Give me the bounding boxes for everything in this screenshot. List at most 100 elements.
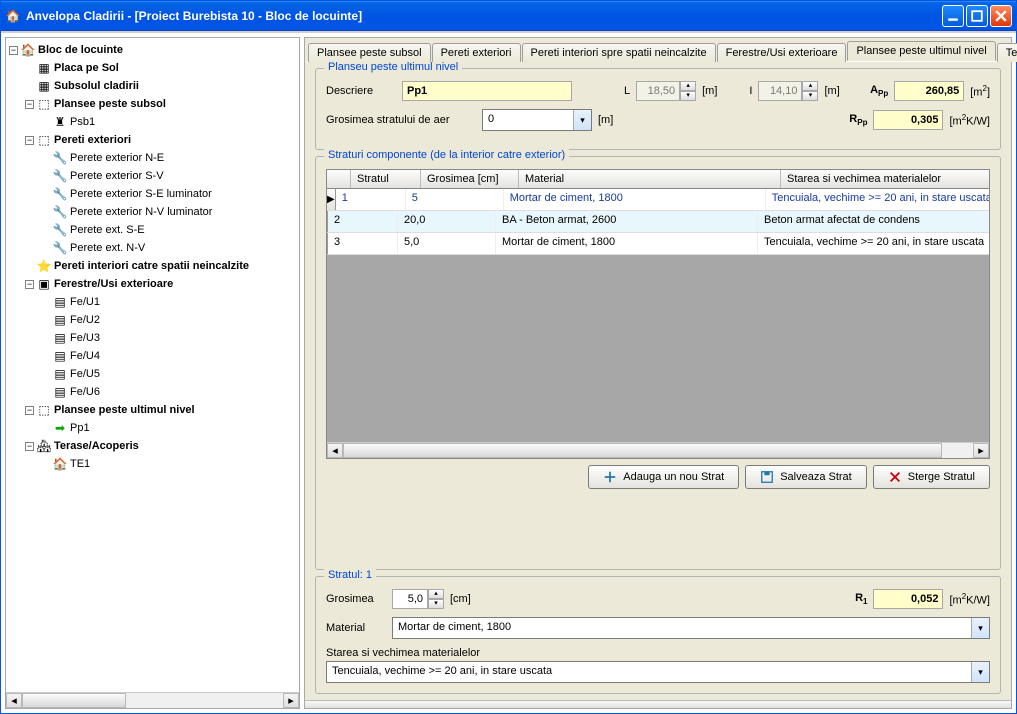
scroll-left-icon[interactable]: ◂ xyxy=(327,443,343,458)
spin-up[interactable]: ▴ xyxy=(428,589,444,599)
tree-toggle[interactable]: − xyxy=(25,280,34,289)
spin-down[interactable]: ▾ xyxy=(680,91,696,101)
tree-item[interactable]: Perete exterior S-E luminator xyxy=(70,185,212,203)
tab-plansee-ultim[interactable]: Plansee peste ultimul nivel xyxy=(847,41,995,61)
wall-item-icon: 🔧 xyxy=(53,205,67,219)
label-descriere: Descriere xyxy=(326,85,396,97)
tree-toggle[interactable]: − xyxy=(9,46,18,55)
tree-item[interactable]: Perete exterior N-V luminator xyxy=(70,203,212,221)
cell-grosimea[interactable]: 20,0 xyxy=(398,211,496,232)
tree-item[interactable]: Fe/U4 xyxy=(70,347,100,365)
titlebar: 🏠 Anvelopa Cladirii - [Proiect Burebista… xyxy=(1,1,1016,31)
tree-item[interactable]: Perete ext. N-V xyxy=(70,239,145,257)
group-planseu: Planseu peste ultimul nivel Descriere L … xyxy=(315,68,1001,150)
star-icon: ⭐ xyxy=(37,259,51,273)
scroll-right-icon[interactable]: ▸ xyxy=(283,693,299,708)
combo-grosime-aer[interactable]: 0▾ xyxy=(482,109,592,131)
cell-material[interactable]: BA - Beton armat, 2600 xyxy=(496,211,758,232)
tree-root[interactable]: Bloc de locuinte xyxy=(38,41,123,59)
tree-item[interactable]: Fe/U5 xyxy=(70,365,100,383)
titlebar-text: Anvelopa Cladirii - [Proiect Burebista 1… xyxy=(26,9,942,23)
tree-item-pereti-ext[interactable]: Pereti exteriori xyxy=(54,131,131,149)
wall-item-icon: 🔧 xyxy=(53,187,67,201)
output-A xyxy=(894,81,964,101)
tree-item-plansee-subsol[interactable]: Plansee peste subsol xyxy=(54,95,166,113)
delete-layer-button[interactable]: Sterge Stratul xyxy=(873,465,990,489)
scroll-right-icon[interactable]: ▸ xyxy=(973,443,989,458)
tree-item[interactable]: Psb1 xyxy=(70,113,95,131)
tree-item-pereti-int[interactable]: Pereti interiori catre spatii neincalzit… xyxy=(54,257,249,275)
tree-item[interactable]: Fe/U6 xyxy=(70,383,100,401)
input-I[interactable] xyxy=(758,81,802,101)
tree-item-ferestre[interactable]: Ferestre/Usi exterioare xyxy=(54,275,173,293)
group-title: Planseu peste ultimul nivel xyxy=(324,62,462,73)
scroll-left-icon[interactable]: ◂ xyxy=(6,693,22,708)
cell-grosimea[interactable]: 5 xyxy=(406,189,504,210)
tab-pereti-exteriori[interactable]: Pereti exteriori xyxy=(432,43,521,62)
tree-item-placa[interactable]: Placa pe Sol xyxy=(54,59,119,77)
col-header[interactable]: Material xyxy=(519,170,781,188)
window-item-icon: ▤ xyxy=(53,349,67,363)
tab-terase[interactable]: Terase/Ac xyxy=(997,43,1017,62)
cell-stratul[interactable]: 3 xyxy=(328,233,398,254)
col-header[interactable]: Starea si vechimea materialelor xyxy=(781,170,1011,188)
col-header[interactable]: Grosimea [cm] xyxy=(421,170,519,188)
combo-starea[interactable]: Tencuiala, vechime >= 20 ani, in stare u… xyxy=(326,661,990,683)
unit-m2: [m2] xyxy=(970,84,990,99)
maximize-button[interactable] xyxy=(966,5,988,27)
window-item-icon: ▤ xyxy=(53,313,67,327)
window-icon: ▣ xyxy=(37,277,51,291)
grid-hscroll[interactable]: ◂ ▸ xyxy=(327,442,989,458)
label-grosime-aer: Grosimea stratului de aer xyxy=(326,114,476,126)
tree-toggle[interactable]: − xyxy=(25,406,34,415)
wall-icon: ⬚ xyxy=(37,133,51,147)
tree-hscroll[interactable]: ◂ ▸ xyxy=(6,692,299,708)
tabstrip: Plansee peste subsol Pereti exteriori Pe… xyxy=(305,38,1011,62)
tree-item[interactable]: Pp1 xyxy=(70,419,90,437)
cell-material[interactable]: Mortar de ciment, 1800 xyxy=(496,233,758,254)
tree-item-plansee-ultim[interactable]: Plansee peste ultimul nivel xyxy=(54,401,195,419)
tree-item[interactable]: Perete exterior S-V xyxy=(70,167,164,185)
tree-toggle[interactable]: − xyxy=(25,442,34,451)
tab-pereti-interiori[interactable]: Pereti interiori spre spatii neincalzite xyxy=(522,43,716,62)
tree-item[interactable]: Perete ext. S-E xyxy=(70,221,145,239)
tree-toggle[interactable]: − xyxy=(25,100,34,109)
row-header[interactable]: ▶ xyxy=(327,189,336,210)
roof-icon: 🏘 xyxy=(37,439,51,453)
cell-starea[interactable]: Beton armat afectat de condens xyxy=(758,211,989,232)
add-layer-button[interactable]: Adauga un nou Strat xyxy=(588,465,739,489)
tree-item-terase[interactable]: Terase/Acoperis xyxy=(54,437,139,455)
cell-material[interactable]: Mortar de ciment, 1800 xyxy=(504,189,766,210)
tree-toggle[interactable]: − xyxy=(25,136,34,145)
close-button[interactable] xyxy=(990,5,1012,27)
tree-item-subsol[interactable]: Subsolul cladirii xyxy=(54,77,139,95)
unit-m2kw: [m2K/W] xyxy=(949,113,990,128)
tree-item[interactable]: TE1 xyxy=(70,455,90,473)
spin-down[interactable]: ▾ xyxy=(428,599,444,609)
cell-starea[interactable]: Tencuiala, vechime >= 20 ani, in stare u… xyxy=(758,233,989,254)
spin-up[interactable]: ▴ xyxy=(680,81,696,91)
group-straturi: Straturi componente (de la interior catr… xyxy=(315,156,1001,570)
spin-down[interactable]: ▾ xyxy=(802,91,818,101)
cell-starea[interactable]: Tencuiala, vechime >= 20 ani, in stare u… xyxy=(766,189,989,210)
input-descriere[interactable] xyxy=(402,81,572,101)
tree-item[interactable]: Fe/U2 xyxy=(70,311,100,329)
input-L[interactable] xyxy=(636,81,680,101)
cell-grosimea[interactable]: 5,0 xyxy=(398,233,496,254)
cell-stratul[interactable]: 1 xyxy=(336,189,406,210)
tree-item[interactable]: Perete exterior N-E xyxy=(70,149,164,167)
unit-m2kw: [m2K/W] xyxy=(949,592,990,607)
tree-item[interactable]: Fe/U1 xyxy=(70,293,100,311)
tab-plansee-subsol[interactable]: Plansee peste subsol xyxy=(308,43,431,62)
minimize-button[interactable] xyxy=(942,5,964,27)
label-grosimea: Grosimea xyxy=(326,593,386,605)
col-header[interactable]: Stratul xyxy=(351,170,421,188)
tab-ferestre[interactable]: Ferestre/Usi exterioare xyxy=(717,43,847,62)
spin-up[interactable]: ▴ xyxy=(802,81,818,91)
tree-item[interactable]: Fe/U3 xyxy=(70,329,100,347)
save-layer-button[interactable]: Salveaza Strat xyxy=(745,465,867,489)
grid-straturi[interactable]: Stratul Grosimea [cm] Material Starea si… xyxy=(326,169,990,459)
input-grosimea[interactable] xyxy=(392,589,428,609)
combo-material[interactable]: Mortar de ciment, 1800▾ xyxy=(392,617,990,639)
cell-stratul[interactable]: 2 xyxy=(328,211,398,232)
